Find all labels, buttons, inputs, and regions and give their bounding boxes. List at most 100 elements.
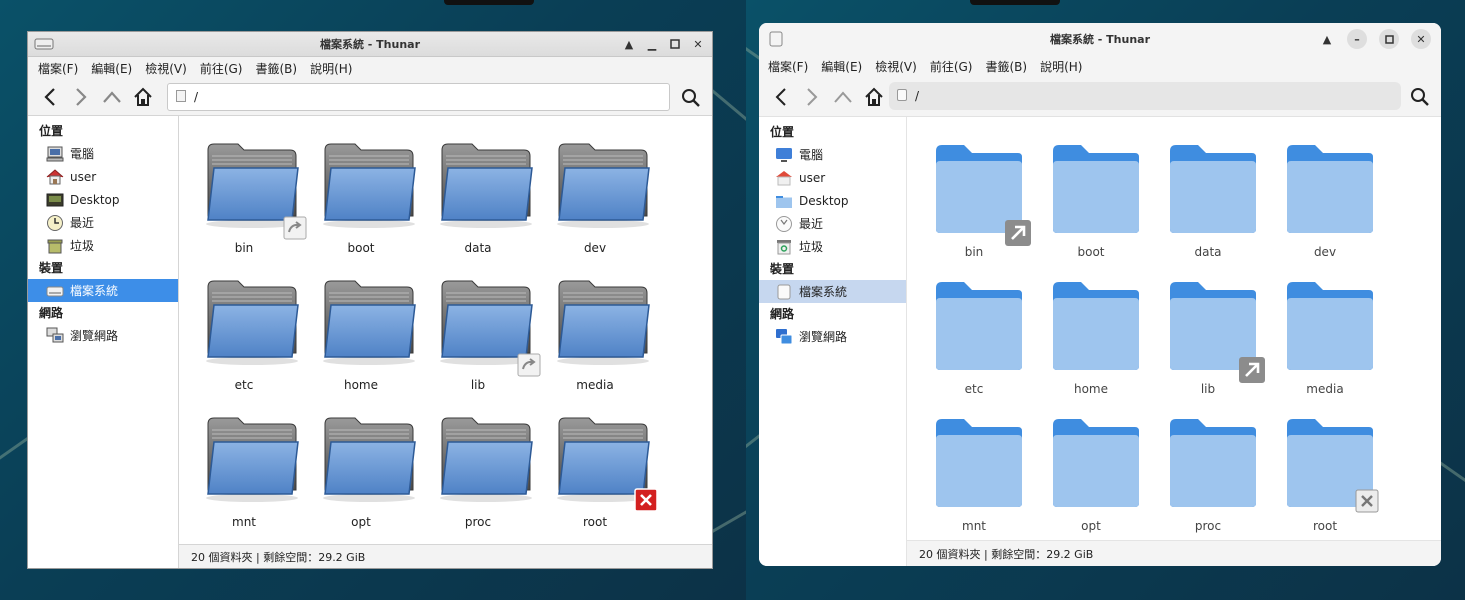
folder-item-home[interactable]: home — [1036, 268, 1146, 398]
menu-help[interactable]: 說明(H) — [310, 60, 352, 77]
maximize-button[interactable] — [667, 36, 683, 52]
folder-item-bin[interactable]: bin — [919, 131, 1031, 261]
sidebar-item-label: 垃圾 — [70, 239, 95, 253]
sidebar-item-computer[interactable]: 電腦 — [759, 143, 906, 166]
folder-label: opt — [351, 515, 371, 529]
sidebar-item-trash[interactable]: 垃圾 — [28, 234, 178, 257]
folder-item-mnt[interactable]: mnt — [919, 405, 1029, 535]
sidebar-item-browse-network[interactable]: 瀏覽網路 — [759, 325, 906, 348]
sidebar-item-computer[interactable]: 電腦 — [28, 142, 178, 165]
folder-item-opt[interactable]: opt — [306, 402, 416, 532]
home-button[interactable] — [129, 83, 157, 111]
desktop-icon — [775, 192, 793, 210]
folder-item-lib[interactable]: lib — [423, 265, 541, 395]
folder-item-boot[interactable]: boot — [306, 128, 416, 258]
sidebar-item-recent[interactable]: 最近 — [28, 211, 178, 234]
sidebar: 位置 電腦 user Desktop 最近 垃圾 裝置 檔案系統 網路 瀏覽網路 — [759, 117, 907, 566]
folder-item-dev[interactable]: dev — [540, 128, 650, 258]
minimize-button[interactable]: ▁ — [644, 36, 660, 52]
status-bar: 20 個資料夾 | 剩餘空間：29.2 GiB — [907, 540, 1441, 566]
status-text: 20 個資料夾 | 剩餘空間：29.2 GiB — [191, 550, 366, 564]
folder-label: data — [464, 241, 492, 255]
minimize-button[interactable]: – — [1347, 29, 1367, 49]
drive-icon — [775, 283, 793, 301]
folder-item-root[interactable]: root — [1270, 405, 1380, 535]
folder-label: mnt — [232, 515, 256, 529]
folder-label: dev — [583, 241, 607, 255]
menu-view[interactable]: 檢視(V) — [875, 58, 917, 75]
sidebar-item-desktop[interactable]: Desktop — [759, 189, 906, 212]
sidebar-item-user[interactable]: user — [28, 165, 178, 188]
toolbar: / — [759, 77, 1441, 117]
folder-item-media[interactable]: media — [1270, 268, 1380, 398]
forward-button[interactable] — [798, 83, 826, 111]
sidebar-item-trash[interactable]: 垃圾 — [759, 235, 906, 258]
folder-icon — [557, 280, 650, 365]
symlink-emblem-icon — [1005, 220, 1031, 246]
menu-bookmarks[interactable]: 書籤(B) — [255, 60, 297, 77]
title-bar[interactable]: 檔案系統 - Thunar ▲ ▁ ✕ — [28, 32, 712, 57]
up-button[interactable] — [829, 83, 857, 111]
menu-help[interactable]: 說明(H) — [1040, 58, 1082, 75]
unreadable-emblem-icon — [1355, 489, 1379, 513]
folder-icon — [557, 143, 650, 228]
home-button[interactable] — [860, 83, 888, 111]
folder-item-home[interactable]: home — [306, 265, 416, 395]
folder-item-etc[interactable]: etc — [919, 268, 1029, 398]
close-button[interactable]: ✕ — [1411, 29, 1431, 49]
folder-item-mnt[interactable]: mnt — [189, 402, 299, 532]
menu-edit[interactable]: 編輯(E) — [91, 60, 132, 77]
sidebar-section-network: 網路 — [39, 306, 64, 320]
sidebar-item-filesystem[interactable]: 檔案系統 — [28, 279, 178, 302]
menu-view[interactable]: 檢視(V) — [145, 60, 187, 77]
folder-label: home — [343, 378, 379, 392]
menu-file[interactable]: 檔案(F) — [768, 58, 808, 75]
location-bar[interactable]: / — [889, 82, 1401, 110]
maximize-button[interactable] — [1379, 29, 1399, 49]
search-icon[interactable] — [1407, 84, 1433, 110]
sidebar-item-label: Desktop — [70, 192, 120, 207]
folder-item-dev[interactable]: dev — [1270, 131, 1380, 261]
sidebar-item-browse-network[interactable]: 瀏覽網路 — [28, 324, 178, 347]
folder-item-media[interactable]: media — [540, 265, 650, 395]
menu-bookmarks[interactable]: 書籤(B) — [985, 58, 1027, 75]
menu-go[interactable]: 前往(G) — [200, 60, 243, 77]
shade-icon[interactable]: ▲ — [621, 36, 637, 52]
file-grid: bin boot data dev etc home lib media mnt opt proc r… — [179, 116, 712, 544]
folder-icon — [1170, 145, 1256, 233]
sidebar-item-recent[interactable]: 最近 — [759, 212, 906, 235]
close-button[interactable]: ✕ — [690, 36, 706, 52]
menu-file[interactable]: 檔案(F) — [38, 60, 78, 77]
back-button[interactable] — [36, 83, 64, 111]
folder-item-lib[interactable]: lib — [1153, 268, 1265, 398]
folder-item-data[interactable]: data — [423, 128, 533, 258]
folder-item-proc[interactable]: proc — [1153, 405, 1263, 535]
recent-icon — [46, 214, 64, 232]
folder-item-etc[interactable]: etc — [189, 265, 299, 395]
menu-go[interactable]: 前往(G) — [930, 58, 973, 75]
title-bar[interactable]: 檔案系統 - Thunar ▲ – ✕ — [759, 23, 1441, 55]
forward-button[interactable] — [67, 83, 95, 111]
menu-edit[interactable]: 編輯(E) — [821, 58, 862, 75]
folder-icon — [1053, 419, 1139, 507]
folder-icon — [206, 280, 299, 365]
folder-item-boot[interactable]: boot — [1036, 131, 1146, 261]
sidebar-item-user[interactable]: user — [759, 166, 906, 189]
folder-item-proc[interactable]: proc — [423, 402, 533, 532]
folder-icon — [1287, 145, 1373, 233]
home-icon — [46, 168, 64, 186]
back-button[interactable] — [767, 83, 795, 111]
sidebar-item-filesystem[interactable]: 檔案系統 — [759, 280, 906, 303]
location-bar[interactable]: / — [167, 83, 670, 111]
sidebar-item-label: 瀏覽網路 — [799, 330, 848, 344]
folder-item-opt[interactable]: opt — [1036, 405, 1146, 535]
sidebar-item-desktop[interactable]: Desktop — [28, 188, 178, 211]
status-bar: 20 個資料夾 | 剩餘空間：29.2 GiB — [179, 544, 712, 568]
search-icon[interactable] — [678, 85, 704, 111]
up-button[interactable] — [98, 83, 126, 111]
folder-item-bin[interactable]: bin — [189, 128, 307, 258]
folder-item-root[interactable]: root — [540, 402, 658, 532]
shade-icon[interactable]: ▲ — [1319, 31, 1335, 47]
folder-label: lib — [470, 378, 486, 392]
folder-item-data[interactable]: data — [1153, 131, 1263, 261]
